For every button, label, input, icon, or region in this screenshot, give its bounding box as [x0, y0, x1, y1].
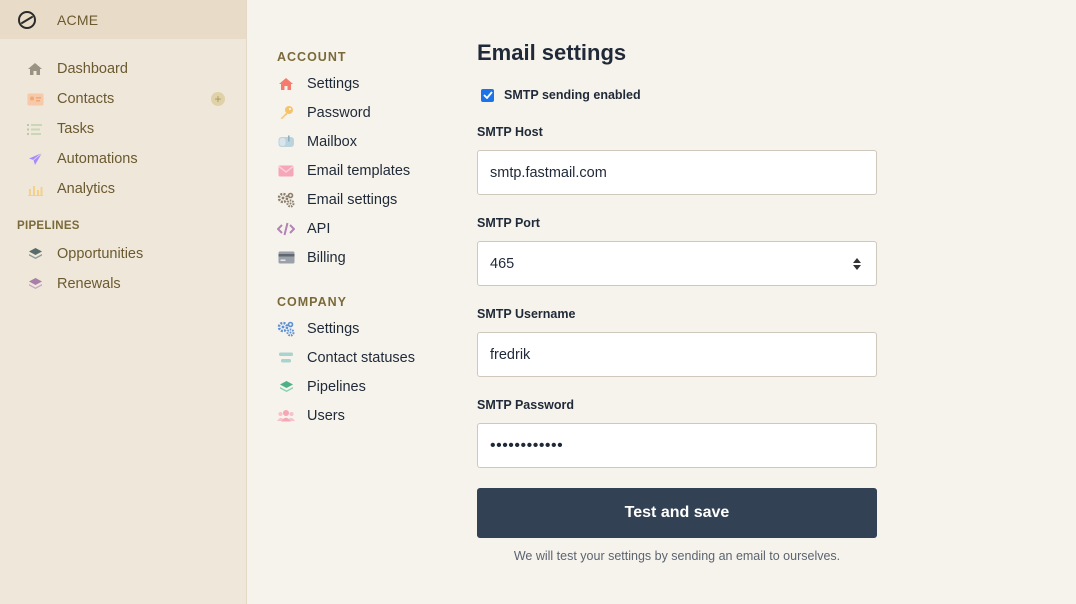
subnav-item-label: Password [307, 104, 371, 121]
subnav-item-label: Mailbox [307, 133, 357, 150]
sidebar-item-opportunities[interactable]: Opportunities [0, 239, 246, 269]
subnav-item-email-templates[interactable]: Email templates [277, 156, 447, 185]
smtp-port-value: 465 [490, 255, 515, 272]
paper-plane-icon [26, 150, 44, 168]
smtp-password-input[interactable]: •••••••••••• [477, 423, 877, 468]
smtp-password-value: •••••••••••• [490, 436, 564, 454]
subnav-item-account-settings[interactable]: Settings [277, 69, 447, 98]
sidebar-item-label: Renewals [57, 276, 121, 292]
smtp-host-value: smtp.fastmail.com [490, 164, 607, 181]
sidebar-item-label: Contacts [57, 91, 115, 107]
subnav-item-label: API [307, 220, 331, 237]
layers-icon [277, 378, 295, 396]
subnav-item-contact-statuses[interactable]: Contact statuses [277, 343, 447, 372]
smtp-port-input[interactable]: 465 [477, 241, 877, 286]
subnav-item-pipelines[interactable]: Pipelines [277, 372, 447, 401]
subnav-item-password[interactable]: Password [277, 98, 447, 127]
smtp-port-label: SMTP Port [477, 216, 540, 230]
home-icon [277, 75, 295, 93]
sidebar-item-contacts[interactable]: Contacts + [0, 84, 246, 114]
sidebar-item-label: Analytics [57, 181, 116, 197]
credit-card-icon [277, 249, 295, 267]
smtp-enabled-checkbox[interactable] [481, 88, 494, 102]
code-icon [277, 220, 295, 238]
subnav-item-mailbox[interactable]: Mailbox [277, 127, 447, 156]
subnav-item-label: Contact statuses [307, 349, 415, 366]
add-contact-button[interactable]: + [211, 92, 225, 106]
sidebar-item-label: Automations [57, 151, 138, 167]
subnav-item-label: Pipelines [307, 378, 366, 395]
tasks-list-icon [26, 120, 44, 138]
subnav-item-label: Settings [307, 320, 360, 337]
subnav-item-company-settings[interactable]: Settings [277, 314, 447, 343]
smtp-username-label: SMTP Username [477, 307, 576, 321]
subnav-item-label: Email templates [307, 162, 411, 179]
subnav-item-label: Users [307, 407, 345, 424]
smtp-host-label: SMTP Host [477, 125, 543, 139]
sidebar-item-label: Dashboard [57, 61, 128, 77]
account-section-title: ACCOUNT [277, 50, 347, 64]
mailbox-icon [277, 133, 295, 151]
subnav-item-email-settings[interactable]: Email settings [277, 185, 447, 214]
subnav-item-users[interactable]: Users [277, 401, 447, 430]
sidebar-item-automations[interactable]: Automations [0, 144, 246, 174]
contact-card-icon [26, 90, 44, 108]
subnav-item-api[interactable]: API [277, 214, 447, 243]
smtp-username-value: fredrik [490, 346, 531, 363]
brand-logo-icon [18, 10, 36, 29]
gears-icon [277, 320, 295, 338]
smtp-password-label: SMTP Password [477, 398, 575, 412]
checkmark-icon [482, 91, 493, 99]
company-section: COMPANY Settings Contact statuses Pipeli… [277, 290, 447, 430]
envelope-icon [277, 162, 295, 180]
smtp-enabled-row: SMTP sending enabled [477, 87, 877, 103]
key-icon [277, 104, 295, 122]
sidebar-item-label: Tasks [57, 121, 95, 137]
bar-chart-icon [26, 180, 44, 198]
users-icon [277, 407, 295, 425]
sidebar-item-label: Opportunities [57, 246, 144, 262]
settings-nav: ACCOUNT Settings Password Mailbox Email … [277, 45, 447, 430]
sidebar: ACME Dashboard Contacts + Tasks Automati… [0, 0, 247, 604]
brand-name: ACME [57, 11, 99, 28]
home-icon [26, 60, 44, 78]
subnav-item-billing[interactable]: Billing [277, 243, 447, 272]
number-spinner-icon[interactable] [852, 257, 862, 271]
test-hint-text: We will test your settings by sending an… [513, 549, 841, 563]
smtp-enabled-label[interactable]: SMTP sending enabled [504, 88, 641, 102]
sidebar-item-renewals[interactable]: Renewals [0, 269, 246, 299]
pipelines-section-title: PIPELINES [17, 220, 80, 232]
company-section-title: COMPANY [277, 295, 347, 309]
layers-icon [26, 275, 44, 293]
smtp-host-input[interactable]: smtp.fastmail.com [477, 150, 877, 195]
pipelines-nav: Opportunities Renewals [0, 236, 246, 299]
status-bars-icon [277, 349, 295, 367]
sidebar-item-dashboard[interactable]: Dashboard [0, 54, 246, 84]
brand-header[interactable]: ACME [0, 0, 246, 39]
layers-icon [26, 245, 44, 263]
main-nav: Dashboard Contacts + Tasks Automations A… [0, 39, 246, 204]
subnav-item-label: Settings [307, 75, 360, 92]
sidebar-item-analytics[interactable]: Analytics [0, 174, 246, 204]
test-and-save-button[interactable]: Test and save [477, 488, 877, 538]
gears-icon [277, 191, 295, 209]
sidebar-item-tasks[interactable]: Tasks [0, 114, 246, 144]
page-title: Email settings [477, 40, 627, 65]
smtp-username-input[interactable]: fredrik [477, 332, 877, 377]
subnav-item-label: Email settings [307, 191, 398, 208]
subnav-item-label: Billing [307, 249, 346, 266]
email-settings-form: Email settings SMTP sending enabled SMTP… [477, 38, 877, 563]
